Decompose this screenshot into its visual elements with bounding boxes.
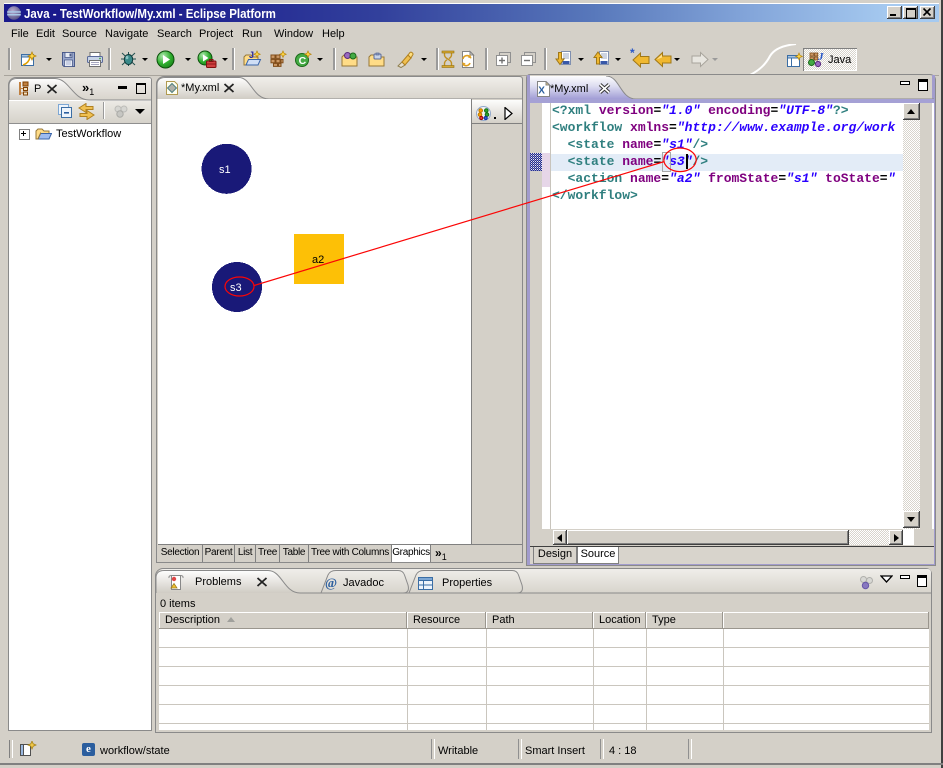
svg-text:X: X <box>538 86 545 97</box>
svg-text:s3: s3 <box>230 282 242 294</box>
svg-text:J: J <box>249 50 254 60</box>
svg-text:s1: s1 <box>219 164 231 176</box>
svg-text:a2: a2 <box>312 254 324 266</box>
svg-text:C: C <box>299 55 307 67</box>
